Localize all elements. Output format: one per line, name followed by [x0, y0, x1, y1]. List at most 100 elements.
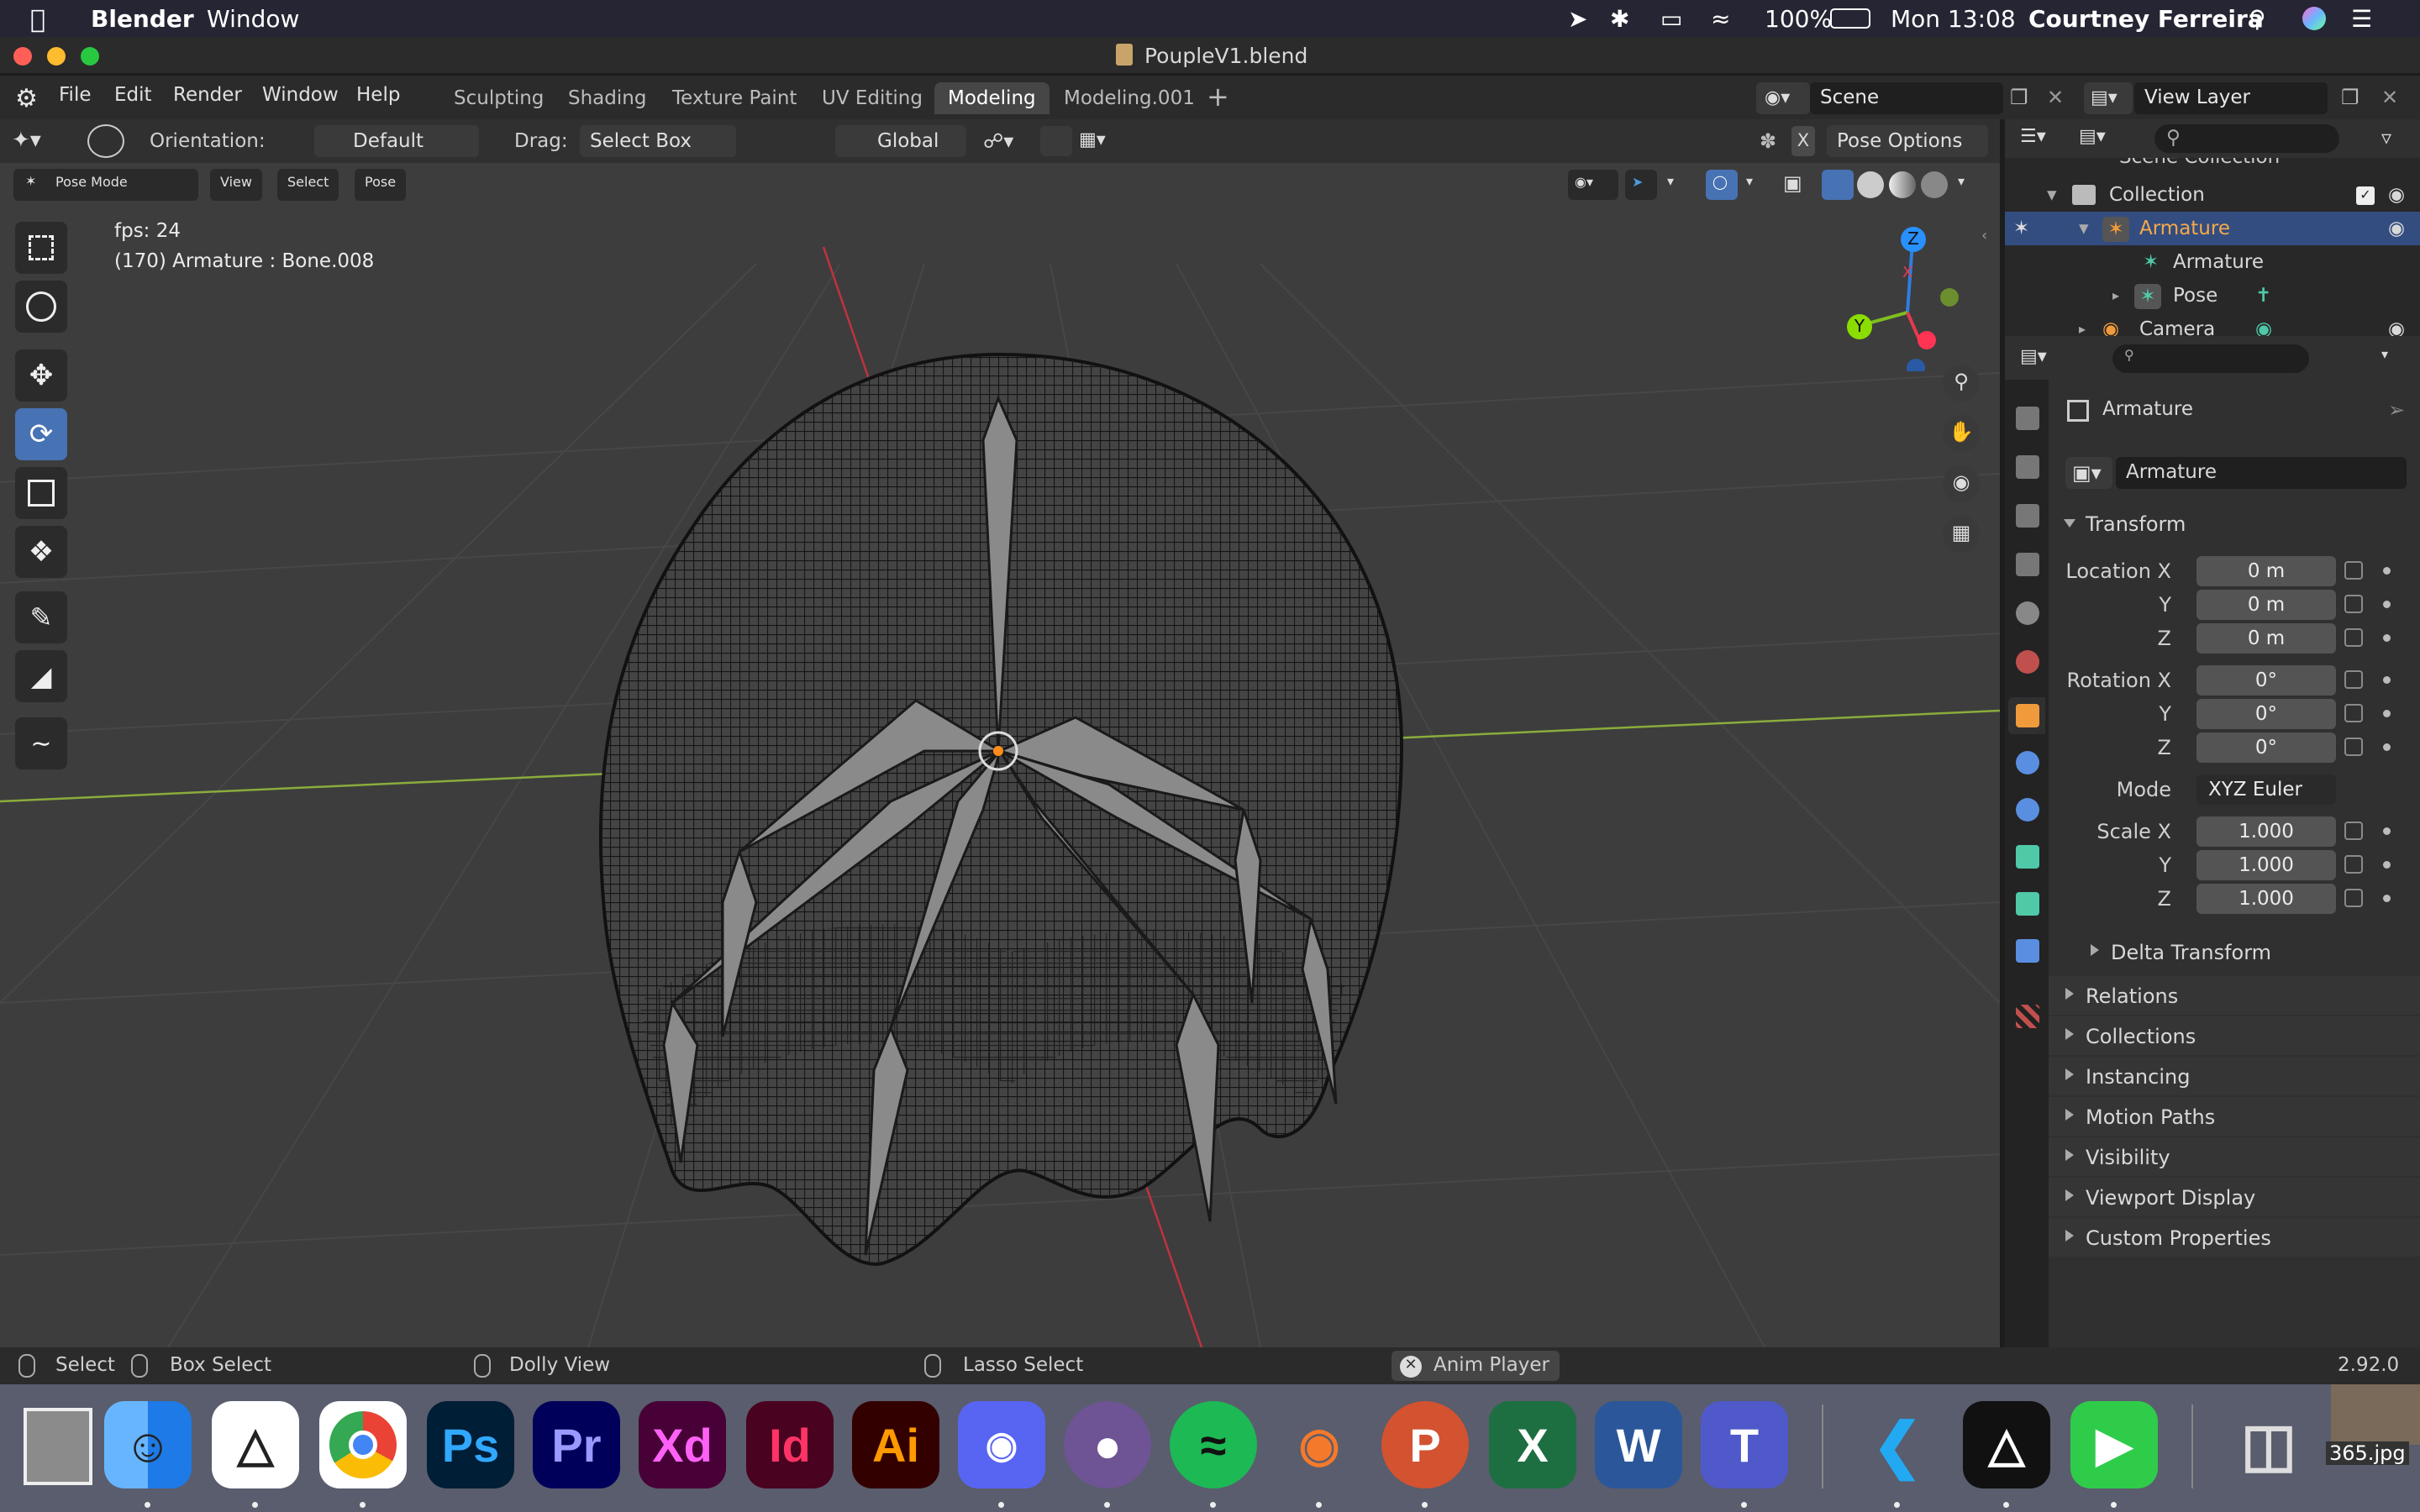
instancing-panel[interactable]: Instancing [2049, 1057, 2420, 1095]
pose-options-dropdown[interactable]: Pose Options [1827, 125, 1988, 157]
airplay-icon[interactable]: ▭ [1660, 5, 1682, 33]
blender-logo-icon[interactable]: ⚙ [15, 84, 38, 113]
lock-icon[interactable] [2344, 889, 2363, 907]
facetime-icon[interactable]: ▶ [2070, 1401, 2158, 1488]
view-layer-tab-icon[interactable] [2016, 553, 2039, 576]
annotate-tool[interactable]: ✎ [15, 591, 67, 643]
keyframe-dot-icon[interactable] [2383, 861, 2391, 869]
scene-field[interactable]: Scene [1810, 82, 2003, 114]
camera-view-icon[interactable]: ◉ [1943, 465, 1980, 502]
menu-edit[interactable]: Edit [114, 84, 152, 106]
close-window-button[interactable] [13, 47, 32, 66]
view-layer-browse-icon[interactable]: ▤▾ [2084, 82, 2133, 114]
menubar-user[interactable]: Courtney Ferreira [2028, 5, 2264, 33]
outliner-row-camera[interactable]: ▸ ◉ Camera ◉ ◉ [2005, 312, 2420, 336]
control-center-icon[interactable]: ☰ [2351, 5, 2372, 33]
outliner-row-armature-data[interactable]: ✶ Armature [2005, 245, 2420, 279]
wireframe-shading-icon[interactable] [1822, 170, 1854, 200]
filter-funnel-icon[interactable]: ▿ [2381, 126, 2391, 150]
lock-icon[interactable] [2344, 822, 2363, 840]
texture-tab-icon[interactable] [2016, 1005, 2039, 1028]
tab-uv-editing[interactable]: UV Editing [808, 82, 936, 114]
solid-shading-icon[interactable] [1857, 171, 1884, 198]
properties-options-icon[interactable]: ▾ [2381, 346, 2388, 362]
desktop-file-label[interactable]: 365.jpg [2326, 1441, 2409, 1465]
github-icon[interactable]: ● [1064, 1401, 1151, 1488]
vpn-icon[interactable]: ➤ [1568, 5, 1587, 33]
cursor-tool[interactable] [15, 281, 67, 333]
transform-orientation-dropdown[interactable]: Global [835, 125, 966, 157]
tab-modeling[interactable]: Modeling [934, 82, 1050, 114]
photoshop-icon[interactable]: Ps [427, 1401, 514, 1488]
menu-file[interactable]: File [59, 84, 92, 106]
motion-paths-panel[interactable]: Motion Paths [2049, 1097, 2420, 1136]
lock-icon[interactable] [2344, 561, 2363, 580]
spotlight-icon[interactable]: ⚲ [2249, 5, 2266, 33]
rotation-y-field[interactable]: 0° [2196, 699, 2336, 729]
select-menu[interactable]: Select [277, 169, 339, 201]
snap-target-icon[interactable]: ▦▾ [1079, 129, 1106, 150]
lock-icon[interactable] [2344, 855, 2363, 874]
zoom-icon[interactable]: ⚲ [1943, 365, 1980, 402]
scale-z-field[interactable]: 1.000 [2196, 884, 2336, 914]
vscode-icon[interactable]: ❮ [1854, 1401, 1941, 1488]
desktop-photo-thumbnail[interactable] [24, 1408, 92, 1485]
keyframe-dot-icon[interactable] [2383, 634, 2391, 642]
material-shading-icon[interactable] [1889, 171, 1916, 198]
armature-data-tab-icon[interactable] [2016, 845, 2039, 869]
x-mirror-icon[interactable]: ✽ [1760, 129, 1776, 153]
eye-icon[interactable]: ◉ [2388, 184, 2405, 206]
x-mirror-toggle[interactable]: X [1791, 126, 1815, 156]
siri-icon[interactable] [2302, 7, 2326, 30]
expand-armature-icon[interactable]: ▾ [2079, 218, 2089, 239]
expand-pose-icon[interactable]: ▸ [2112, 287, 2119, 303]
select-tool-icon[interactable]: ✦▾ [12, 128, 41, 153]
filter-mode-icon[interactable]: ▤▾ [2079, 126, 2106, 147]
gizmo-x-dot[interactable] [1918, 331, 1936, 349]
new-view-layer-icon[interactable]: ❐ [2341, 86, 2360, 109]
outliner-row-scene-collection[interactable]: Scene Collection [2005, 158, 2420, 175]
keyframe-dot-icon[interactable] [2383, 676, 2391, 684]
world-tab-icon[interactable] [2016, 650, 2039, 674]
lock-icon[interactable] [2344, 628, 2363, 647]
unity-hub-icon[interactable]: △ [1963, 1401, 2050, 1488]
app-menu-blender[interactable]: Blender [91, 5, 194, 33]
illustrator-icon[interactable]: Ai [852, 1401, 939, 1488]
rotate-tool[interactable]: ⟳ [15, 408, 67, 460]
keyframe-dot-icon[interactable] [2383, 601, 2391, 608]
outliner-row-collection[interactable]: ▾ Collection ✓ ◉ [2005, 178, 2420, 212]
location-z-field[interactable]: 0 m [2196, 623, 2336, 654]
rotation-z-field[interactable]: 0° [2196, 732, 2336, 763]
location-y-field[interactable]: 0 m [2196, 590, 2336, 620]
spotify-icon[interactable]: ≈ [1170, 1401, 1257, 1488]
rotation-mode-dropdown[interactable]: XYZ Euler [2196, 774, 2336, 805]
datablock-browse-icon[interactable]: ▣▾ [2065, 457, 2112, 489]
zoom-window-button[interactable] [81, 47, 99, 66]
outliner-row-pose[interactable]: ▸ ✶ Pose ✝ [2005, 279, 2420, 312]
physics-tab-icon[interactable] [2016, 751, 2039, 774]
bone-tab-icon[interactable] [2016, 892, 2039, 916]
excel-icon[interactable]: X [1489, 1401, 1576, 1488]
keyframe-dot-icon[interactable] [2383, 827, 2391, 835]
scale-tool[interactable] [15, 467, 67, 519]
orientation-dropdown[interactable]: Default [314, 125, 479, 157]
apple-icon[interactable]:  [30, 5, 45, 34]
delete-scene-icon[interactable]: ✕ [2047, 86, 2064, 109]
pin-icon[interactable]: ➢ [2388, 398, 2405, 422]
delete-view-layer-icon[interactable]: ✕ [2381, 86, 2398, 109]
render-tab-icon[interactable] [2016, 455, 2039, 479]
finder-icon[interactable]: ☺ [104, 1401, 192, 1488]
pose-menu[interactable]: Pose [355, 169, 407, 201]
measure-tool[interactable]: ◢ [15, 650, 67, 702]
gizmo-x[interactable]: X [1902, 264, 1912, 281]
rotate-tool-icon[interactable] [87, 124, 124, 158]
visibility-icon[interactable]: ◉▾ [1568, 170, 1618, 200]
expand-camera-icon[interactable]: ▸ [2079, 321, 2086, 336]
output-tab-icon[interactable] [2016, 504, 2039, 528]
keyframe-dot-icon[interactable] [2383, 710, 2391, 717]
discord-icon[interactable]: ◉ [958, 1401, 1045, 1488]
3d-viewport[interactable]: fps: 24 (170) Armature : Bone.008 Z Y X … [0, 163, 2000, 1347]
shading-options-icon[interactable]: ▾ [1958, 173, 1965, 189]
select-box-tool[interactable] [15, 222, 67, 274]
desktop-file-thumbnail[interactable] [2331, 1384, 2420, 1445]
